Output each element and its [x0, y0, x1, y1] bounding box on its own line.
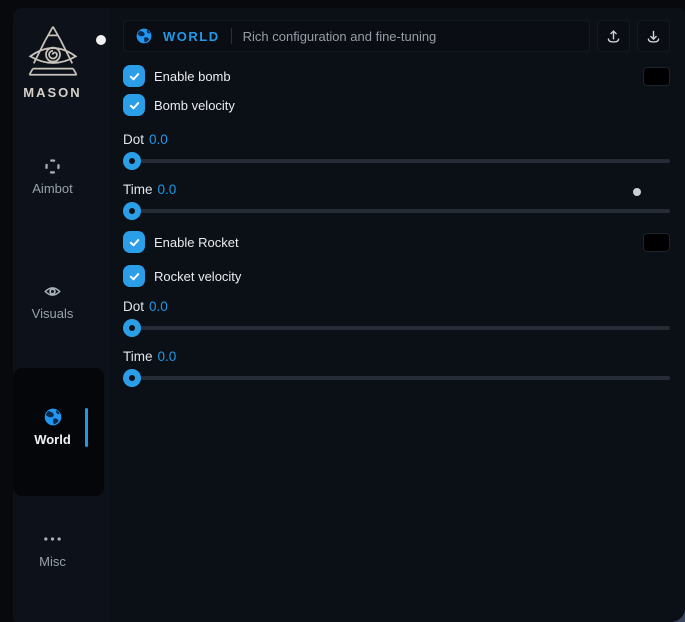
sidebar-item-visuals[interactable]: Visuals — [13, 283, 92, 321]
page-subtitle: Rich configuration and fine-tuning — [243, 29, 437, 44]
bomb-dot-slider[interactable] — [123, 152, 670, 170]
slider-name: Time — [123, 182, 153, 197]
toggle-row: Rocket velocity — [123, 265, 670, 287]
enable-rocket-checkbox[interactable] — [123, 231, 145, 253]
rocket-velocity-checkbox[interactable] — [123, 265, 145, 287]
slider-track[interactable] — [123, 376, 670, 380]
slider-handle[interactable] — [123, 319, 141, 337]
slider-handle[interactable] — [123, 202, 141, 220]
slider-value: 0.0 — [158, 349, 177, 364]
slider-track[interactable] — [123, 326, 670, 330]
sidebar: MASON Aimbot Visuals World — [13, 8, 110, 622]
cursor-dot — [96, 35, 106, 45]
rocket-color-swatch[interactable] — [643, 233, 670, 252]
slider-name: Dot — [123, 132, 144, 147]
slider-label: Time 0.0 — [123, 182, 670, 198]
export-config-button[interactable] — [597, 20, 630, 52]
import-config-button[interactable] — [637, 20, 670, 52]
slider-value: 0.0 — [149, 299, 168, 314]
brand-logo: MASON — [13, 24, 92, 100]
checkmark-icon — [128, 99, 141, 112]
bomb-velocity-checkbox[interactable] — [123, 94, 145, 116]
slider-value: 0.0 — [149, 132, 168, 147]
toggle-row: Enable bomb — [123, 65, 670, 87]
sidebar-item-world-active[interactable]: World — [13, 368, 104, 496]
sidebar-item-label: Misc — [39, 554, 66, 569]
crosshair-icon — [44, 158, 61, 175]
eye-icon — [44, 283, 61, 300]
rocket-time-slider[interactable] — [123, 369, 670, 387]
slider-label: Time 0.0 — [123, 349, 670, 365]
enable-bomb-checkbox[interactable] — [123, 65, 145, 87]
slider-name: Time — [123, 349, 153, 364]
mason-menu-window: MASON Aimbot Visuals World — [13, 8, 685, 622]
active-tab-indicator — [85, 408, 88, 447]
globe-icon — [44, 408, 62, 426]
sidebar-item-label: Aimbot — [32, 181, 72, 196]
toggle-label: Bomb velocity — [154, 98, 235, 113]
rocket-dot-slider[interactable] — [123, 319, 670, 337]
checkmark-icon — [128, 70, 141, 83]
bomb-color-swatch[interactable] — [643, 67, 670, 86]
slider-track[interactable] — [123, 209, 670, 213]
sidebar-item-label: World — [34, 432, 71, 447]
toggle-row: Enable Rocket — [123, 231, 670, 253]
slider-handle[interactable] — [123, 369, 141, 387]
toggle-row: Bomb velocity — [123, 94, 670, 116]
checkmark-icon — [128, 270, 141, 283]
slider-value: 0.0 — [158, 182, 177, 197]
bomb-time-slider[interactable] — [123, 202, 670, 220]
download-icon — [646, 29, 661, 44]
slider-handle[interactable] — [123, 152, 141, 170]
page-header-bar: WORLD Rich configuration and fine-tuning — [123, 20, 590, 52]
globe-icon — [136, 28, 152, 44]
mason-eye-pyramid-icon — [25, 24, 81, 80]
toggle-label: Enable Rocket — [154, 235, 239, 250]
slider-label: Dot 0.0 — [123, 299, 670, 315]
brand-name: MASON — [23, 85, 81, 100]
sidebar-item-misc[interactable]: Misc — [13, 536, 92, 569]
sidebar-item-label: Visuals — [32, 306, 74, 321]
slider-track[interactable] — [123, 159, 670, 163]
slider-label: Dot 0.0 — [123, 132, 670, 148]
toggle-label: Enable bomb — [154, 69, 231, 84]
header-divider — [231, 28, 232, 44]
checkmark-icon — [128, 236, 141, 249]
ellipsis-icon — [43, 536, 62, 542]
page-title: WORLD — [163, 29, 220, 44]
header: WORLD Rich configuration and fine-tuning — [123, 20, 670, 52]
slider-name: Dot — [123, 299, 144, 314]
toggle-label: Rocket velocity — [154, 269, 241, 284]
cursor-dot-secondary — [633, 188, 641, 196]
sidebar-item-aimbot[interactable]: Aimbot — [13, 158, 92, 196]
upload-icon — [606, 29, 621, 44]
main-content: WORLD Rich configuration and fine-tuning… — [110, 8, 685, 622]
